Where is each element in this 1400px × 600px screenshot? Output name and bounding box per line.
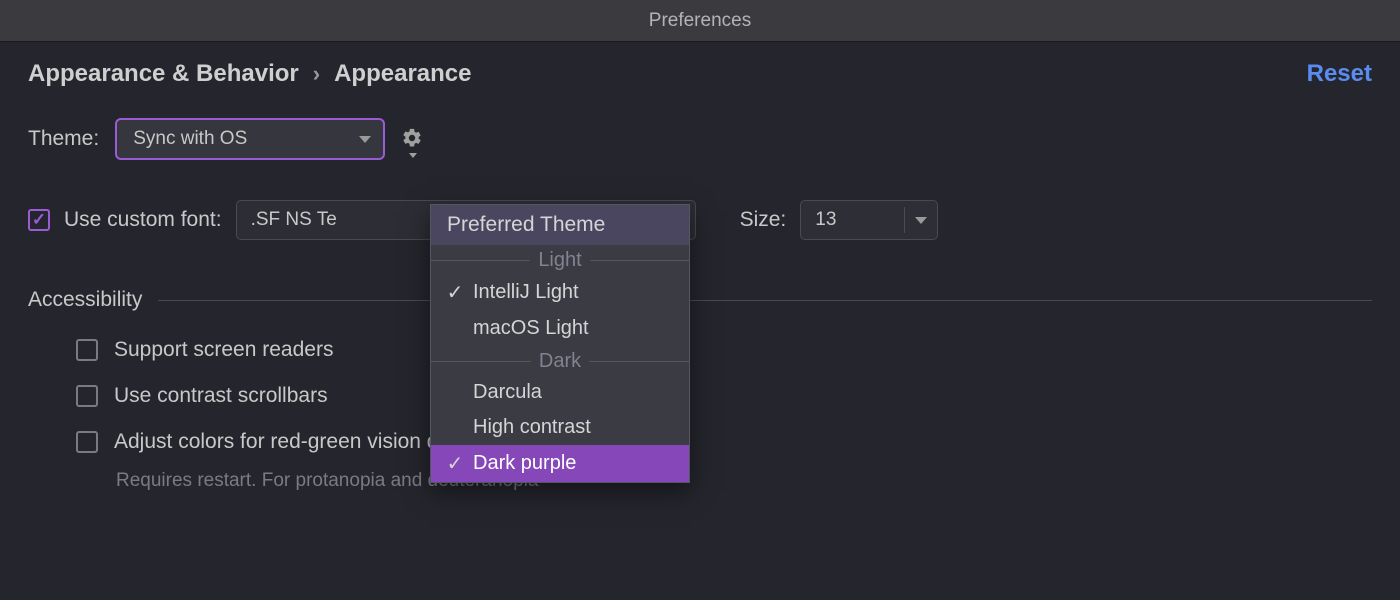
use-custom-font-checkbox[interactable] xyxy=(28,209,50,231)
contrast-scrollbars-label: Use contrast scrollbars xyxy=(114,384,328,408)
breadcrumb-current: Appearance xyxy=(334,60,471,88)
color-deficiency-checkbox[interactable] xyxy=(76,431,98,453)
breadcrumb-parent[interactable]: Appearance & Behavior xyxy=(28,60,299,88)
screen-readers-label: Support screen readers xyxy=(114,338,333,362)
check-icon: ✓ xyxy=(445,451,465,476)
reset-link[interactable]: Reset xyxy=(1307,60,1372,88)
chevron-right-icon: › xyxy=(313,61,320,87)
font-size-label: Size: xyxy=(740,208,787,232)
font-family-value: .SF NS Te xyxy=(251,209,337,231)
check-icon: ✓ xyxy=(445,280,465,305)
accessibility-section-label: Accessibility xyxy=(28,288,142,312)
gear-icon[interactable] xyxy=(401,127,425,151)
theme-option-dark-purple[interactable]: ✓ Dark purple xyxy=(431,445,689,482)
preferred-theme-popup: Preferred Theme Light ✓ IntelliJ Light m… xyxy=(430,204,690,483)
theme-label: Theme: xyxy=(28,127,99,151)
theme-option-macos-light[interactable]: macOS Light xyxy=(431,311,689,346)
font-size-value: 13 xyxy=(815,209,836,231)
divider xyxy=(158,300,1372,301)
theme-dropdown[interactable]: Sync with OS xyxy=(115,118,385,160)
popup-group-light: Light xyxy=(431,245,689,274)
theme-option-high-contrast[interactable]: High contrast xyxy=(431,410,689,445)
popup-group-dark: Dark xyxy=(431,346,689,375)
popup-header: Preferred Theme xyxy=(431,205,689,245)
contrast-scrollbars-checkbox[interactable] xyxy=(76,385,98,407)
chevron-down-icon xyxy=(915,217,927,224)
theme-dropdown-value: Sync with OS xyxy=(133,128,247,150)
screen-readers-checkbox[interactable] xyxy=(76,339,98,361)
breadcrumb: Appearance & Behavior › Appearance xyxy=(28,60,1372,88)
window-title: Preferences xyxy=(649,10,751,32)
color-deficiency-hint: Requires restart. For protanopia and deu… xyxy=(116,470,1372,492)
chevron-down-icon xyxy=(359,136,371,143)
font-size-dropdown[interactable]: 13 xyxy=(800,200,938,240)
use-custom-font-label: Use custom font: xyxy=(64,208,222,232)
window-titlebar: Preferences xyxy=(0,0,1400,42)
theme-option-intellij-light[interactable]: ✓ IntelliJ Light xyxy=(431,274,689,311)
theme-option-darcula[interactable]: Darcula xyxy=(431,375,689,410)
